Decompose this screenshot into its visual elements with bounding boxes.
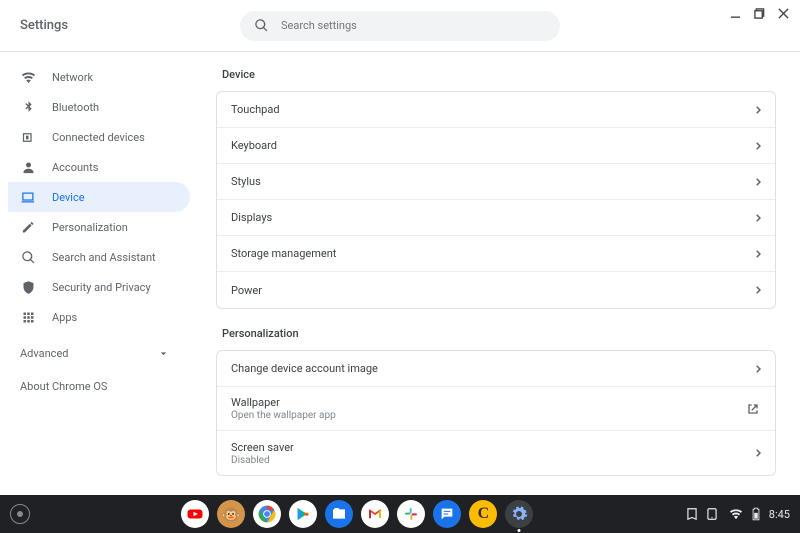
connected-devices-icon <box>20 129 36 145</box>
sidebar-item-connected-devices[interactable]: Connected devices <box>8 122 190 152</box>
sidebar-about[interactable]: About Chrome OS <box>8 368 200 405</box>
row-label: Change device account image <box>231 362 755 375</box>
external-link-icon <box>745 401 761 417</box>
sidebar-item-label: Apps <box>52 311 77 324</box>
app-chrome[interactable] <box>253 500 281 528</box>
app-c[interactable]: C <box>469 500 497 528</box>
wifi-icon <box>20 69 36 85</box>
wifi-status-icon <box>729 507 743 521</box>
row-label: Touchpad <box>231 103 755 116</box>
sidebar-item-accounts[interactable]: Accounts <box>8 152 190 182</box>
launcher-button[interactable] <box>10 504 30 524</box>
app-monkey[interactable]: 🐵 <box>217 500 245 528</box>
app-messages[interactable] <box>433 500 461 528</box>
reader-icon <box>685 507 699 521</box>
close-button[interactable] <box>776 6 790 20</box>
row-label: Power <box>231 284 755 297</box>
row-power[interactable]: Power <box>217 272 775 308</box>
chevron-right-icon <box>755 448 761 458</box>
expand-icon <box>157 347 170 360</box>
sidebar-item-security-privacy[interactable]: Security and Privacy <box>8 272 190 302</box>
chevron-right-icon <box>755 105 761 115</box>
app-play-store[interactable] <box>289 500 317 528</box>
sidebar-item-personalization[interactable]: Personalization <box>8 212 190 242</box>
main-content: Device Touchpad Keyboard Stylus Displays… <box>200 52 800 495</box>
section-title-personalization: Personalization <box>222 327 776 340</box>
page-title: Settings <box>20 18 68 33</box>
sidebar: Network Bluetooth Connected devices Acco… <box>0 52 200 495</box>
card-personalization: Change device account image Wallpaper Op… <box>216 350 776 476</box>
minimize-button[interactable] <box>728 6 742 20</box>
app-gmail[interactable] <box>361 500 389 528</box>
sidebar-item-network[interactable]: Network <box>8 62 190 92</box>
row-change-image[interactable]: Change device account image <box>217 351 775 387</box>
account-icon <box>20 159 36 175</box>
battery-icon <box>749 507 763 521</box>
sidebar-item-apps[interactable]: Apps <box>8 302 190 332</box>
app-settings[interactable] <box>505 500 533 528</box>
app-slack[interactable] <box>397 500 425 528</box>
chevron-right-icon <box>755 285 761 295</box>
row-sublabel: Disabled <box>231 455 755 466</box>
search-icon <box>20 249 36 265</box>
sidebar-advanced[interactable]: Advanced <box>8 338 182 368</box>
shelf: 🐵 C 8:45 <box>0 495 800 533</box>
search-input[interactable] <box>281 19 546 32</box>
search-icon <box>254 18 269 33</box>
sidebar-item-label: Bluetooth <box>52 101 99 114</box>
chevron-right-icon <box>755 249 761 259</box>
chevron-right-icon <box>755 213 761 223</box>
row-label: Storage management <box>231 247 755 260</box>
search-field[interactable] <box>240 11 560 41</box>
shelf-apps: 🐵 C <box>30 500 685 528</box>
chevron-right-icon <box>755 364 761 374</box>
sidebar-item-bluetooth[interactable]: Bluetooth <box>8 92 190 122</box>
sidebar-item-label: Security and Privacy <box>52 281 151 294</box>
about-label: About Chrome OS <box>20 380 107 393</box>
apps-grid-icon <box>20 309 36 325</box>
bluetooth-icon <box>20 99 36 115</box>
top-bar: Settings <box>0 0 800 52</box>
row-screensaver[interactable]: Screen saver Disabled <box>217 431 775 475</box>
row-label: Displays <box>231 211 755 224</box>
sidebar-item-label: Connected devices <box>52 131 145 144</box>
row-storage[interactable]: Storage management <box>217 236 775 272</box>
pen-icon <box>20 219 36 235</box>
tablet-icon <box>705 507 719 521</box>
sidebar-item-search-assistant[interactable]: Search and Assistant <box>8 242 190 272</box>
card-device: Touchpad Keyboard Stylus Displays Storag… <box>216 91 776 309</box>
row-label: Stylus <box>231 175 755 188</box>
chevron-right-icon <box>755 141 761 151</box>
clock: 8:45 <box>769 508 790 521</box>
advanced-label: Advanced <box>20 347 68 360</box>
row-displays[interactable]: Displays <box>217 200 775 236</box>
section-title-device: Device <box>222 68 776 81</box>
row-touchpad[interactable]: Touchpad <box>217 92 775 128</box>
app-youtube[interactable] <box>181 500 209 528</box>
app-files[interactable] <box>325 500 353 528</box>
row-keyboard[interactable]: Keyboard <box>217 128 775 164</box>
sidebar-item-label: Device <box>52 191 85 204</box>
chevron-right-icon <box>755 177 761 187</box>
row-stylus[interactable]: Stylus <box>217 164 775 200</box>
row-label: Screen saver <box>231 441 755 454</box>
sidebar-item-label: Network <box>52 71 93 84</box>
window-controls <box>728 6 790 20</box>
row-label: Keyboard <box>231 139 755 152</box>
sidebar-item-device[interactable]: Device <box>8 182 190 212</box>
sidebar-item-label: Search and Assistant <box>52 251 156 264</box>
shield-icon <box>20 279 36 295</box>
row-sublabel: Open the wallpaper app <box>231 410 745 421</box>
row-label: Wallpaper <box>231 396 745 409</box>
row-wallpaper[interactable]: Wallpaper Open the wallpaper app <box>217 387 775 431</box>
sidebar-item-label: Accounts <box>52 161 98 174</box>
status-tray[interactable]: 8:45 <box>685 507 790 521</box>
maximize-button[interactable] <box>752 6 766 20</box>
laptop-icon <box>20 189 36 205</box>
sidebar-item-label: Personalization <box>52 221 128 234</box>
